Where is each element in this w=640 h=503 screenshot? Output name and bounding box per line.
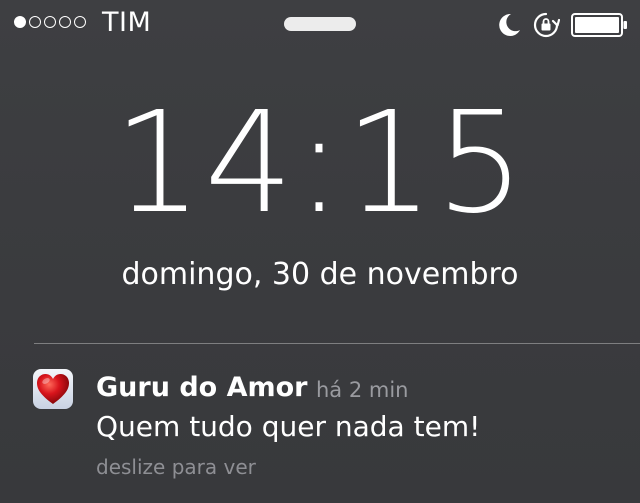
lock-screen-time: 14:15	[113, 82, 527, 245]
signal-dot	[14, 16, 26, 28]
carrier-name: TIM	[102, 7, 152, 38]
signal-dot	[74, 16, 86, 28]
heart-icon	[37, 374, 69, 404]
lock-screen-date: domingo, 30 de novembro	[121, 257, 519, 292]
notification-time: há 2 min	[316, 378, 409, 402]
signal-dot	[44, 16, 56, 28]
battery-icon	[571, 13, 627, 37]
signal-strength-indicator	[14, 16, 86, 28]
app-icon	[33, 369, 73, 409]
signal-dot	[59, 16, 71, 28]
notification-app-name: Guru do Amor	[96, 372, 308, 403]
notification-card[interactable]: Guru do Amor há 2 min Quem tudo quer nad…	[0, 344, 640, 503]
notification-center-grabber[interactable]	[284, 17, 356, 31]
slide-to-view-hint: deslize para ver	[96, 455, 256, 479]
notification-message: Quem tudo quer nada tem!	[96, 410, 481, 443]
moon-icon	[499, 13, 520, 36]
rotation-lock-icon	[533, 12, 560, 38]
signal-dot	[29, 16, 41, 28]
status-bar: TIM	[0, 0, 640, 46]
